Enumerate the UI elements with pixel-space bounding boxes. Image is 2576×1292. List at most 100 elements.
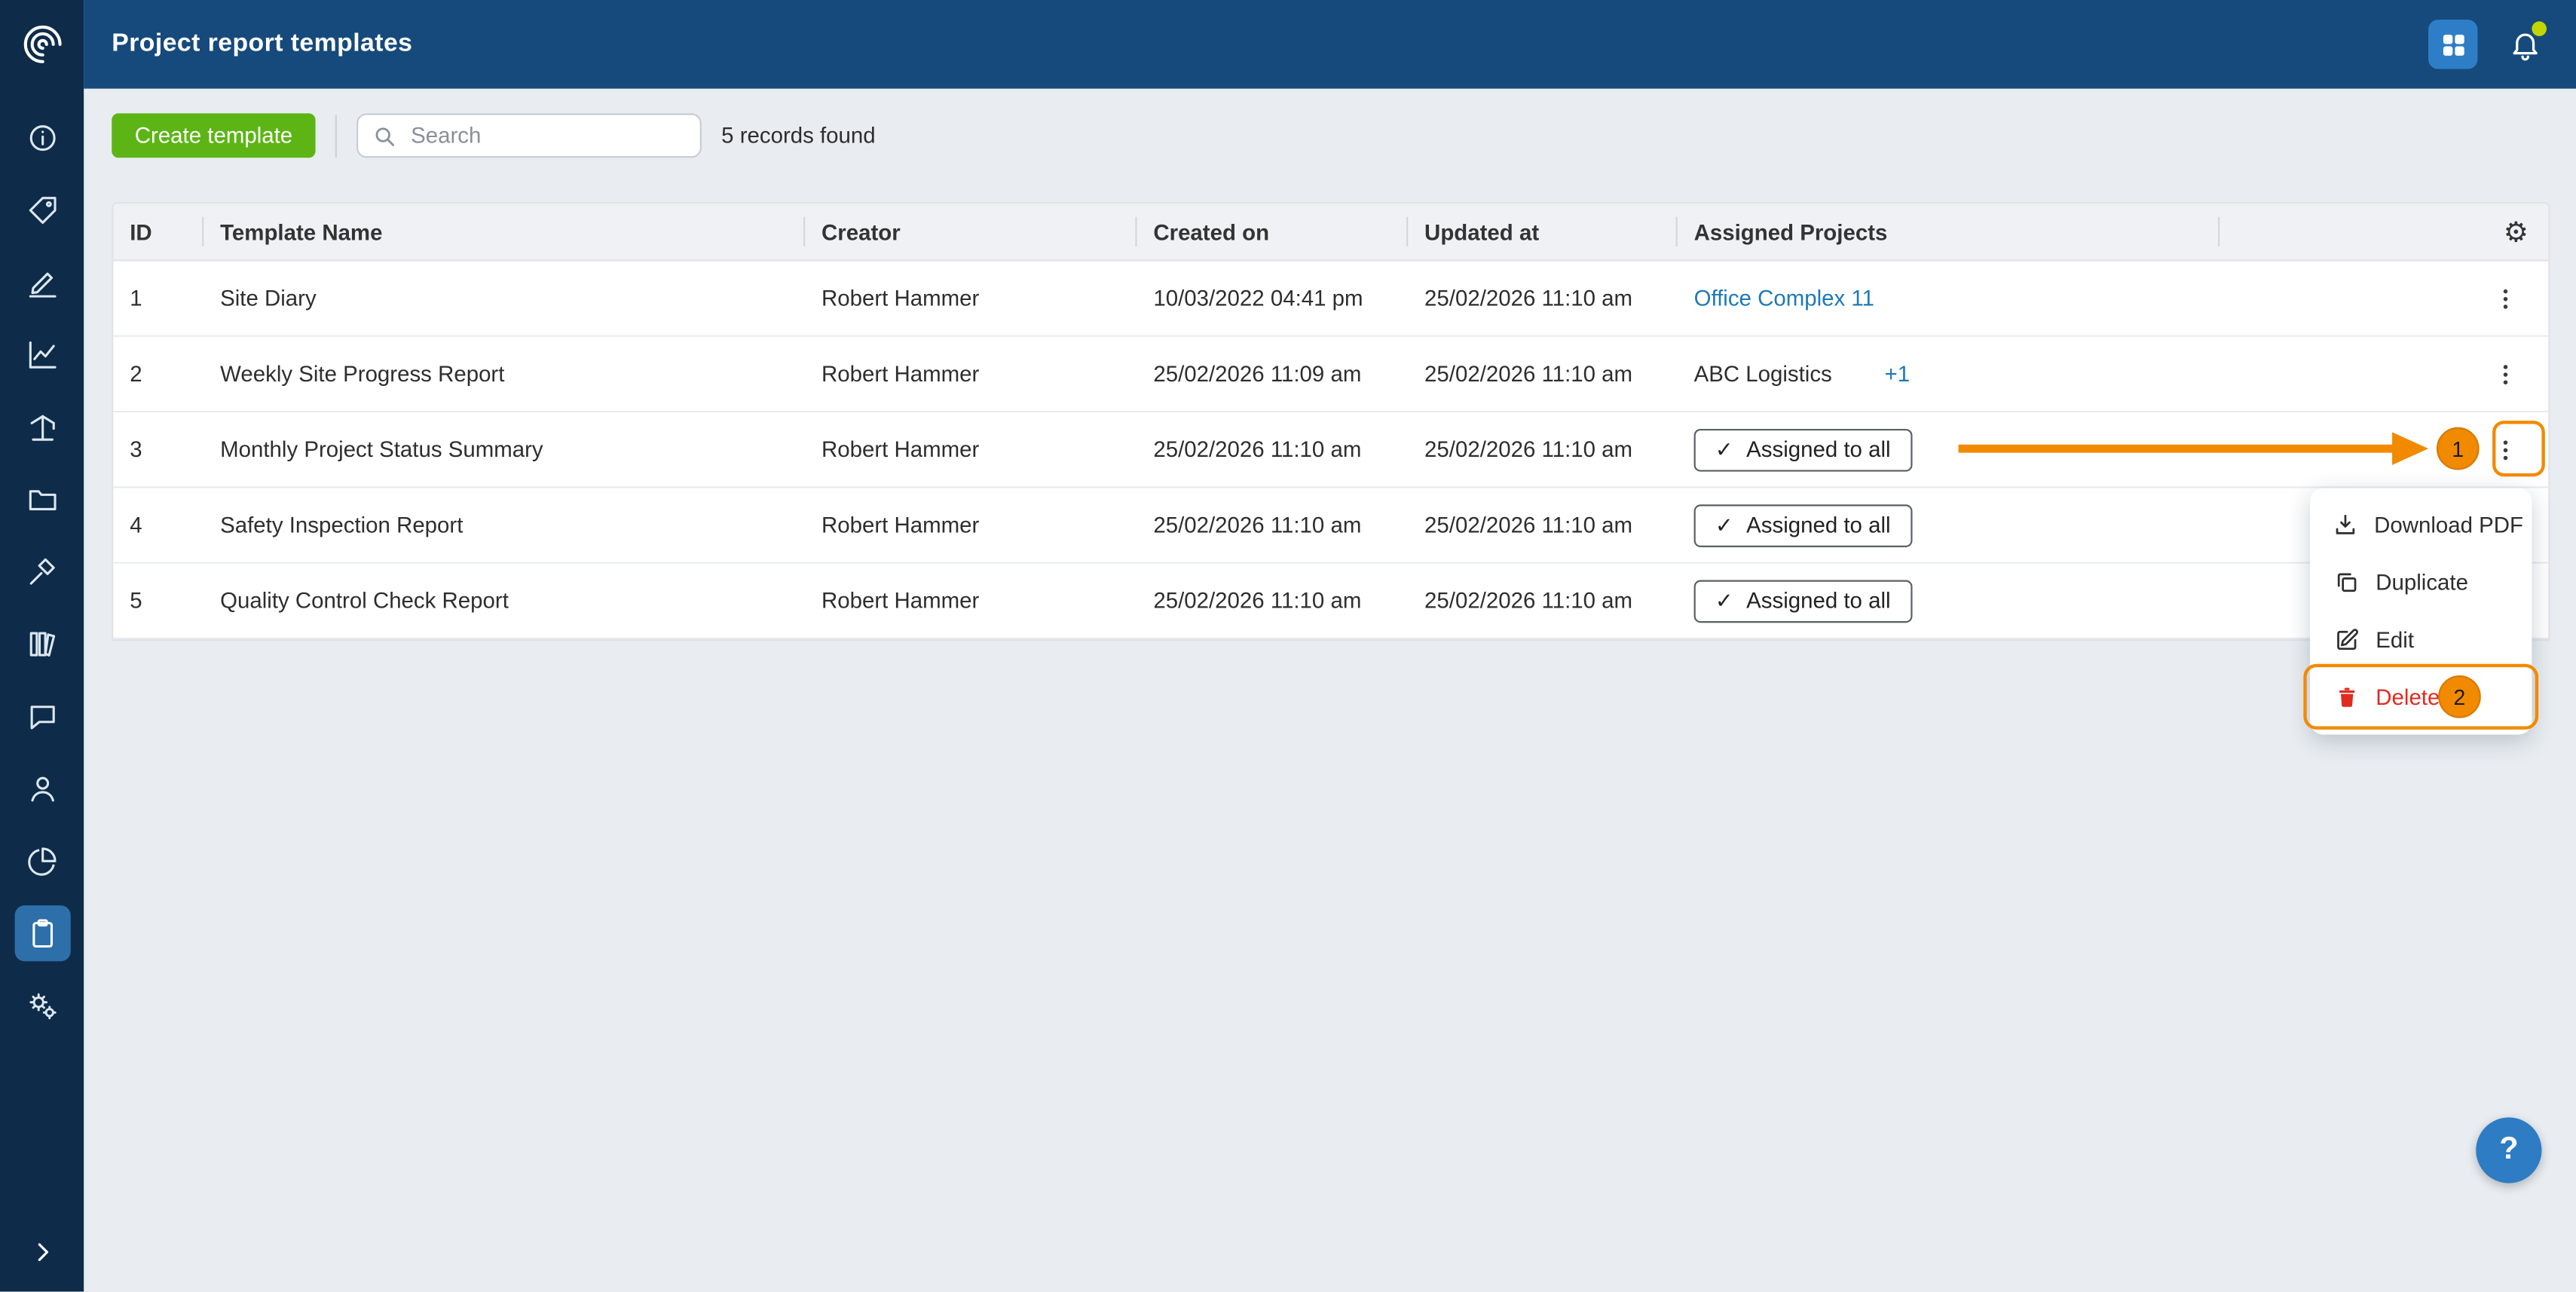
topbar-actions: [2428, 20, 2550, 69]
user-icon: [26, 773, 59, 806]
row-actions-kebab-button-active[interactable]: [2483, 427, 2529, 473]
sidebar-item-report-templates[interactable]: [14, 905, 70, 961]
cell-updated-at: 25/02/2026 11:10 am: [1408, 337, 1678, 411]
sidebar-item-contacts[interactable]: [14, 761, 70, 816]
cell-updated-at: 25/02/2026 11:10 am: [1408, 412, 1678, 486]
cell-created-on: 10/03/2022 04:41 pm: [1137, 262, 1409, 335]
cell-assigned-projects: ✓ Assigned to all: [1678, 564, 2220, 638]
menu-item-delete[interactable]: Delete: [2310, 669, 2532, 726]
kebab-menu-icon: [2492, 285, 2519, 311]
menu-item-edit[interactable]: Edit: [2310, 611, 2532, 669]
cell-id: 4: [113, 488, 203, 562]
sidebar-item-library[interactable]: [14, 617, 70, 672]
edit-icon: [2333, 627, 2360, 654]
clipboard-icon: [26, 917, 59, 950]
page-title: Project report templates: [112, 29, 412, 59]
notification-dot: [2532, 21, 2547, 36]
menu-item-label: Edit: [2376, 628, 2414, 653]
menu-item-download-pdf[interactable]: Download PDF: [2310, 496, 2532, 553]
table-row: 4 Safety Inspection Report Robert Hammer…: [113, 488, 2548, 563]
row-actions-kebab-button[interactable]: [2483, 275, 2529, 321]
check-icon: ✓: [1715, 514, 1733, 535]
cell-id: 3: [113, 412, 203, 486]
sidebar-item-settings[interactable]: [14, 978, 70, 1033]
info-icon: [26, 121, 59, 155]
main-panel: Create template 5 records found ID Templ…: [84, 89, 2576, 1292]
column-header-assigned-projects[interactable]: Assigned Projects: [1678, 204, 2220, 259]
sidebar-item-tools[interactable]: [14, 544, 70, 600]
sidebar-item-tags[interactable]: [14, 182, 70, 238]
sidebar-item-chat[interactable]: [14, 688, 70, 744]
topbar: Project report templates: [84, 0, 2576, 89]
sidebar-collapse-toggle[interactable]: [0, 1229, 84, 1275]
sidebar-item-analytics[interactable]: [14, 327, 70, 383]
app-window: Project report templates: [0, 0, 2576, 1292]
sidebar-item-crane[interactable]: [14, 400, 70, 455]
column-header-creator[interactable]: Creator: [805, 204, 1137, 259]
cell-actions: [2220, 412, 2548, 486]
assigned-to-all-badge[interactable]: ✓ Assigned to all: [1694, 428, 1912, 471]
sidebar-item-info[interactable]: [14, 110, 70, 166]
cell-creator: Robert Hammer: [805, 564, 1137, 638]
pie-chart-icon: [26, 845, 59, 878]
column-header-id[interactable]: ID: [113, 204, 203, 259]
search-box: [356, 113, 702, 158]
table-row: 5 Quality Control Check Report Robert Ha…: [113, 564, 2548, 639]
cell-assigned-projects: ✓ Assigned to all: [1678, 488, 2220, 562]
cell-creator: Robert Hammer: [805, 412, 1137, 486]
assigned-to-all-badge[interactable]: ✓ Assigned to all: [1694, 504, 1912, 546]
table-row: 3 Monthly Project Status Summary Robert …: [113, 412, 2548, 488]
app-logo: [14, 17, 70, 72]
table-row: 2 Weekly Site Progress Report Robert Ham…: [113, 337, 2548, 412]
cell-created-on: 25/02/2026 11:10 am: [1137, 564, 1409, 638]
download-icon: [2333, 512, 2358, 538]
screenshot-stage: Project report templates: [0, 0, 2576, 1292]
books-icon: [26, 628, 59, 661]
cell-template-name: Safety Inspection Report: [203, 488, 805, 562]
check-icon: ✓: [1715, 590, 1733, 611]
records-count: 5 records found: [721, 124, 876, 148]
sidebar-item-reports[interactable]: [14, 833, 70, 889]
cell-template-name: Monthly Project Status Summary: [203, 412, 805, 486]
menu-item-duplicate[interactable]: Duplicate: [2310, 554, 2532, 611]
chat-bubble-icon: [26, 700, 59, 733]
brand-swirl-icon: [19, 21, 65, 67]
badge-label: Assigned to all: [1746, 513, 1890, 537]
badge-label: Assigned to all: [1746, 437, 1890, 462]
notifications-button[interactable]: [2501, 20, 2550, 69]
content-area: Project report templates: [84, 0, 2576, 1292]
templates-table: ID Template Name Creator Created on Upda…: [112, 202, 2550, 641]
cell-created-on: 25/02/2026 11:09 am: [1137, 337, 1409, 411]
column-header-updated-at[interactable]: Updated at: [1408, 204, 1678, 259]
row-actions-kebab-button[interactable]: [2483, 351, 2529, 396]
assigned-project-link[interactable]: Office Complex 11: [1694, 286, 1874, 311]
help-button[interactable]: ?: [2476, 1117, 2541, 1183]
tag-icon: [26, 194, 59, 227]
cell-creator: Robert Hammer: [805, 262, 1137, 335]
cell-template-name: Weekly Site Progress Report: [203, 337, 805, 411]
row-actions-menu: Download PDF Duplicate Edit: [2310, 488, 2532, 734]
cell-id: 5: [113, 564, 203, 638]
sidebar-item-documents[interactable]: [14, 472, 70, 528]
column-header-template-name[interactable]: Template Name: [203, 204, 805, 259]
apps-grid-button[interactable]: [2428, 20, 2477, 69]
table-settings-gear-icon[interactable]: ⚙: [2504, 218, 2529, 246]
cell-id: 2: [113, 337, 203, 411]
pen-signature-icon: [26, 266, 59, 299]
sidebar-item-signature[interactable]: [14, 255, 70, 311]
assigned-to-all-badge[interactable]: ✓ Assigned to all: [1694, 579, 1912, 622]
cell-assigned-projects: ABC Logistics +1: [1678, 337, 2220, 411]
cell-template-name: Quality Control Check Report: [203, 564, 805, 638]
column-header-created-on[interactable]: Created on: [1137, 204, 1409, 259]
trash-icon: [2333, 684, 2360, 711]
cell-updated-at: 25/02/2026 11:10 am: [1408, 564, 1678, 638]
search-input[interactable]: [408, 121, 685, 149]
kebab-menu-icon: [2492, 436, 2519, 463]
hammer-icon: [26, 556, 59, 589]
table-header-row: ID Template Name Creator Created on Upda…: [113, 204, 2548, 261]
toolbar-divider: [335, 115, 337, 158]
create-template-button[interactable]: Create template: [112, 113, 315, 158]
assigned-more-link[interactable]: +1: [1885, 362, 1911, 387]
cogs-icon: [26, 989, 59, 1022]
line-chart-icon: [26, 338, 59, 372]
